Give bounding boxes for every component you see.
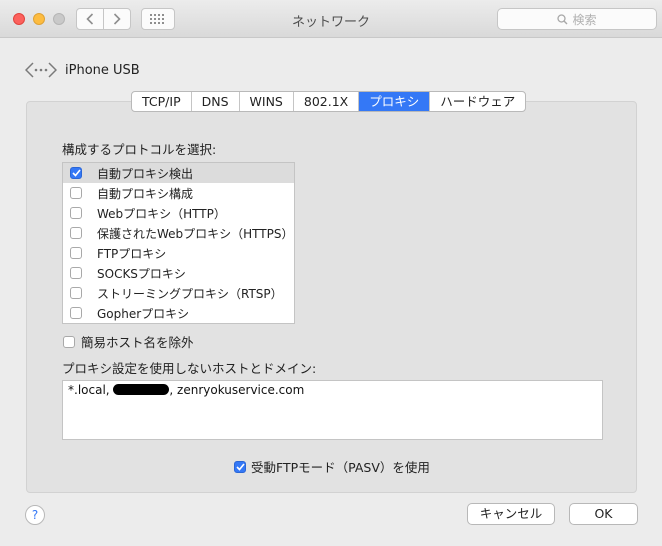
redaction-mark	[113, 384, 170, 395]
rtsp-checkbox[interactable]	[70, 287, 82, 299]
interface-name: iPhone USB	[65, 62, 140, 78]
protocol-row-rtsp[interactable]: ストリーミングプロキシ（RTSP）	[63, 283, 294, 303]
protocol-row-auto-config[interactable]: 自動プロキシ構成	[63, 183, 294, 203]
protocol-label: 保護されたWebプロキシ（HTTPS）	[97, 226, 294, 241]
tab-8021x[interactable]: 802.1X	[294, 92, 360, 111]
ftp-checkbox[interactable]	[70, 247, 82, 259]
protocol-label: SOCKSプロキシ	[97, 266, 186, 281]
search-placeholder: 検索	[572, 12, 597, 27]
cancel-button[interactable]: キャンセル	[467, 503, 555, 525]
tab-bar: TCP/IP DNS WINS 802.1X プロキシ ハードウェア	[131, 91, 527, 112]
passive-ftp-checkbox[interactable]	[234, 460, 246, 473]
protocol-label: 自動プロキシ構成	[97, 186, 194, 201]
exclude-simple-hosts[interactable]: 簡易ホスト名を除外	[63, 332, 194, 351]
title-bar: ネットワーク 検索	[0, 0, 662, 38]
passive-ftp-option[interactable]: 受動FTPモード（PASV）を使用	[234, 457, 430, 476]
tab-hardware[interactable]: ハードウェア	[430, 92, 525, 111]
interface-header: iPhone USB	[25, 61, 140, 79]
protocol-label: Webプロキシ（HTTP）	[97, 206, 226, 221]
checkmark-icon	[235, 462, 245, 471]
protocol-label: ストリーミングプロキシ（RTSP）	[97, 286, 283, 301]
auto-discovery-checkbox[interactable]	[70, 167, 82, 179]
tab-dns[interactable]: DNS	[192, 92, 240, 111]
http-checkbox[interactable]	[70, 207, 82, 219]
protocol-label: FTPプロキシ	[97, 246, 167, 261]
tab-wins[interactable]: WINS	[240, 92, 294, 111]
bypass-heading: プロキシ設定を使用しないホストとドメイン:	[62, 361, 317, 376]
passive-ftp-label: 受動FTPモード（PASV）を使用	[251, 460, 430, 475]
protocol-list: 自動プロキシ検出 自動プロキシ構成 Webプロキシ（HTTP） 保護されたWeb…	[62, 162, 295, 324]
proxy-sheet: iPhone USB TCP/IP DNS WINS 802.1X プロキシ ハ…	[7, 38, 655, 540]
protocol-row-socks[interactable]: SOCKSプロキシ	[63, 263, 294, 283]
protocol-row-http[interactable]: Webプロキシ（HTTP）	[63, 203, 294, 223]
gopher-checkbox[interactable]	[70, 307, 82, 319]
search-field[interactable]: 検索	[497, 8, 657, 30]
protocol-label: Gopherプロキシ	[97, 306, 190, 321]
bypass-text-end: , zenryokuservice.com	[169, 383, 305, 397]
tab-tcpip[interactable]: TCP/IP	[132, 92, 192, 111]
ok-button[interactable]: OK	[569, 503, 638, 525]
protocols-heading: 構成するプロトコルを選択:	[62, 142, 217, 157]
checkmark-icon	[71, 169, 81, 177]
help-button[interactable]: ?	[25, 505, 45, 525]
protocol-row-auto-discovery[interactable]: 自動プロキシ検出	[63, 163, 294, 183]
ethernet-arrows-icon	[25, 62, 57, 78]
protocol-row-gopher[interactable]: Gopherプロキシ	[63, 303, 294, 323]
search-icon	[557, 13, 568, 24]
exclude-simple-hosts-label: 簡易ホスト名を除外	[81, 335, 194, 350]
protocol-label: 自動プロキシ検出	[97, 166, 194, 181]
bypass-hosts-textarea[interactable]: *.local, , zenryokuservice.com	[62, 380, 603, 440]
socks-checkbox[interactable]	[70, 267, 82, 279]
auto-config-checkbox[interactable]	[70, 187, 82, 199]
exclude-simple-hosts-checkbox[interactable]	[63, 335, 75, 348]
protocol-row-https[interactable]: 保護されたWebプロキシ（HTTPS）	[63, 223, 294, 243]
bypass-text-start: *.local,	[68, 383, 114, 397]
protocol-row-ftp[interactable]: FTPプロキシ	[63, 243, 294, 263]
tab-proxy[interactable]: プロキシ	[359, 92, 431, 111]
https-checkbox[interactable]	[70, 227, 82, 239]
